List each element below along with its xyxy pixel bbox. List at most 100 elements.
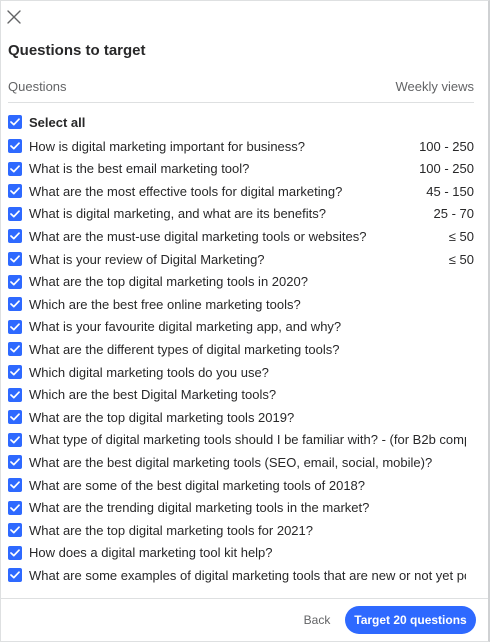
back-button[interactable]: Back [294, 606, 340, 634]
checkmark-icon [10, 142, 20, 150]
dialog-title: Questions to target [8, 42, 146, 59]
checkmark-icon [10, 436, 20, 444]
question-row[interactable]: What are the must-use digital marketing … [8, 226, 474, 246]
weekly-views-column-header: Weekly views [395, 79, 474, 94]
question-checkbox[interactable] [8, 206, 22, 221]
select-all-label: Select all [29, 114, 86, 130]
checkmark-icon [10, 187, 20, 195]
checkmark-icon [10, 345, 20, 353]
question-text: What is the best email marketing tool? [29, 161, 250, 177]
question-row[interactable]: What are some of the best digital market… [8, 475, 474, 495]
question-text: What is your favourite digital marketing… [29, 319, 342, 335]
question-checkbox[interactable] [8, 229, 22, 244]
question-row[interactable]: What are the best digital marketing tool… [8, 452, 474, 472]
checkmark-icon [10, 277, 20, 286]
question-row[interactable]: Which digital marketing tools do you use… [8, 362, 474, 382]
question-text: Which are the best Digital Marketing too… [29, 387, 277, 403]
checkmark-icon [10, 210, 20, 218]
checkmark-icon [10, 458, 20, 466]
question-checkbox[interactable] [8, 387, 22, 402]
question-text: What are the top digital marketing tools… [29, 409, 295, 425]
question-text: What are the best digital marketing tool… [29, 454, 433, 470]
question-row[interactable]: What type of digital marketing tools sho… [8, 430, 474, 450]
target-questions-dialog: Questions to target Questions Weekly vie… [0, 0, 490, 642]
checkmark-icon [10, 118, 20, 126]
question-text: What is your review of Digital Marketing… [29, 251, 265, 267]
question-row[interactable]: What is your favourite digital marketing… [8, 317, 474, 337]
checkmark-icon [10, 571, 20, 579]
close-icon[interactable] [7, 10, 21, 24]
footer-divider [1, 598, 488, 599]
checkmark-icon [10, 549, 20, 557]
question-text: What are the most effective tools for di… [29, 183, 343, 199]
checkmark-icon [10, 368, 20, 376]
question-checkbox[interactable] [8, 319, 22, 334]
question-checkbox[interactable] [8, 342, 22, 357]
question-row[interactable]: What are the top digital marketing tools… [8, 407, 474, 427]
question-weekly-views: ≤ 50 [448, 251, 474, 267]
question-text: Which are the best free online marketing… [29, 296, 301, 312]
question-text: How does a digital marketing tool kit he… [29, 545, 273, 561]
question-row[interactable]: What is the best email marketing tool? 10… [8, 159, 474, 179]
question-row[interactable]: What are some examples of digital market… [8, 565, 474, 585]
checkmark-icon [10, 503, 20, 512]
question-weekly-views: 100 - 250 [419, 161, 474, 177]
checkmark-icon [10, 323, 20, 331]
question-weekly-views: ≤ 50 [448, 228, 474, 244]
question-checkbox[interactable] [8, 252, 22, 266]
question-row[interactable]: How does a digital marketing tool kit he… [8, 543, 474, 563]
question-checkbox[interactable] [8, 432, 22, 447]
select-all-row[interactable]: Select all [8, 112, 474, 132]
question-weekly-views: 45 - 150 [426, 183, 474, 199]
question-checkbox[interactable] [8, 568, 22, 583]
question-checkbox[interactable] [8, 139, 22, 153]
close-icon-glyph [7, 10, 21, 24]
checkmark-icon [10, 164, 20, 173]
questions-column-header: Questions [8, 79, 67, 94]
question-checkbox[interactable] [8, 297, 22, 312]
question-row[interactable]: Which are the best Digital Marketing too… [8, 385, 474, 405]
question-row[interactable]: Which are the best free online marketing… [8, 294, 474, 314]
checkmark-icon [10, 255, 20, 263]
question-row[interactable]: What are the most effective tools for di… [8, 181, 474, 201]
question-weekly-views: 100 - 250 [419, 138, 474, 154]
checkmark-icon [10, 526, 20, 534]
question-text: Which digital marketing tools do you use… [29, 364, 269, 380]
target-questions-button[interactable]: Target 20 questions [345, 606, 476, 634]
question-checkbox[interactable] [8, 455, 22, 470]
question-weekly-views: 25 - 70 [433, 206, 474, 222]
question-checkbox[interactable] [8, 274, 22, 289]
question-checkbox[interactable] [8, 500, 22, 515]
question-row[interactable]: What is your review of Digital Marketing… [8, 249, 474, 269]
checkmark-icon [10, 413, 20, 421]
question-row[interactable]: What are the different types of digital … [8, 339, 474, 359]
question-text: What are the top digital marketing tools… [29, 274, 308, 290]
question-checkbox[interactable] [8, 478, 22, 492]
select-all-checkbox[interactable] [8, 115, 22, 129]
checkmark-icon [10, 232, 20, 240]
question-text: How is digital marketing important for b… [29, 138, 306, 154]
question-row[interactable]: What are the top digital marketing tools… [8, 272, 474, 292]
question-text: What are the must-use digital marketing … [29, 228, 367, 244]
question-text: What are the trending digital marketing … [29, 500, 370, 516]
question-row[interactable]: What is digital marketing, and what are … [8, 204, 474, 224]
question-checkbox[interactable] [8, 410, 22, 425]
question-checkbox[interactable] [8, 161, 22, 176]
question-text: What is digital marketing, and what are … [29, 206, 326, 222]
checkmark-icon [10, 300, 20, 308]
question-checkbox[interactable] [8, 365, 22, 379]
question-checkbox[interactable] [8, 523, 22, 538]
question-row[interactable]: What are the top digital marketing tools… [8, 520, 474, 540]
checkmark-icon [10, 481, 20, 489]
question-text: What are the top digital marketing tools… [29, 522, 313, 538]
checkmark-icon [10, 390, 20, 399]
question-text: What type of digital marketing tools sho… [29, 432, 466, 448]
question-text: What are the different types of digital … [29, 341, 340, 357]
question-row[interactable]: How is digital marketing important for b… [8, 136, 474, 156]
question-checkbox[interactable] [8, 545, 22, 560]
header-divider [8, 102, 474, 103]
question-text: What are some of the best digital market… [29, 477, 366, 493]
question-row[interactable]: What are the trending digital marketing … [8, 498, 474, 518]
question-checkbox[interactable] [8, 184, 22, 199]
question-text: What are some examples of digital market… [29, 567, 466, 583]
